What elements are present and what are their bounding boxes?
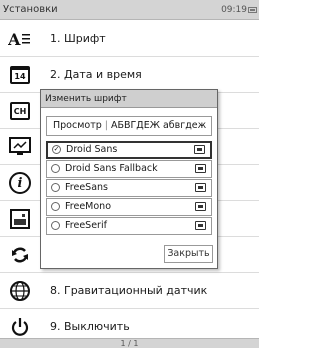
svg-text:A: A: [8, 30, 21, 48]
font-option-label: FreeSans: [65, 182, 108, 193]
close-button[interactable]: Закрыть: [164, 245, 213, 263]
font-preview: Просмотр | АБВГДЕЖ абвгдеж: [46, 116, 212, 136]
keyboard-icon: [195, 202, 206, 211]
menu-item-label: 8. Гравитационный датчик: [50, 284, 208, 297]
radio-icon: [51, 221, 60, 230]
display-icon: [8, 135, 32, 159]
language-icon-text: CH: [10, 102, 30, 120]
globe-icon: [8, 279, 32, 303]
preview-label: Просмотр: [53, 120, 102, 131]
image-icon: [8, 207, 32, 231]
menu-item-label: 2. Дата и время: [50, 68, 142, 81]
font-icon: A: [8, 27, 32, 51]
status-bar: Установки 09:19: [0, 0, 259, 20]
dialog-title: Изменить шрифт: [41, 90, 217, 108]
radio-icon: [51, 202, 60, 211]
radio-checked-icon: ✓: [52, 145, 61, 154]
clock: 09:19: [221, 5, 247, 15]
preview-separator: |: [104, 120, 108, 131]
menu-item-gravity-sensor[interactable]: 8. Гравитационный датчик: [0, 273, 259, 309]
menu-item-label: 9. Выключить: [50, 320, 130, 333]
font-option-label: FreeSerif: [65, 220, 107, 231]
preview-sample: АБВГДЕЖ абвгдеж: [110, 120, 207, 131]
font-option-label: Droid Sans Fallback: [65, 163, 158, 174]
font-option-freesans[interactable]: FreeSans: [46, 179, 212, 197]
font-option-droid-sans-fallback[interactable]: Droid Sans Fallback: [46, 160, 212, 178]
keyboard-icon: [195, 183, 206, 192]
font-option-label: Droid Sans: [66, 144, 118, 155]
calendar-icon: 14: [8, 63, 32, 87]
font-option-droid-sans[interactable]: ✓ Droid Sans: [46, 141, 212, 159]
menu-item-label: 1. Шрифт: [50, 32, 106, 45]
menu-item-font[interactable]: A 1. Шрифт: [0, 21, 259, 57]
refresh-icon: [8, 243, 32, 267]
menu-item-datetime[interactable]: 14 2. Дата и время: [0, 57, 259, 93]
keyboard-icon: [194, 145, 205, 154]
radio-icon: [51, 183, 60, 192]
keyboard-icon: [195, 164, 206, 173]
battery-icon: [248, 7, 257, 13]
screen-title: Установки: [3, 4, 58, 15]
keyboard-icon: [195, 221, 206, 230]
info-icon: i: [8, 171, 32, 195]
page-footer: 1 / 1: [0, 338, 259, 348]
font-list: ✓ Droid Sans Droid Sans Fallback FreeSan…: [46, 141, 212, 236]
font-option-freemono[interactable]: FreeMono: [46, 198, 212, 216]
font-option-freeserif[interactable]: FreeSerif: [46, 217, 212, 235]
page-indicator: 1 / 1: [120, 339, 139, 348]
font-option-label: FreeMono: [65, 201, 112, 212]
language-icon: CH: [8, 99, 32, 123]
power-icon: [8, 315, 32, 339]
radio-icon: [51, 164, 60, 173]
calendar-icon-text: 14: [10, 66, 30, 84]
change-font-dialog: Изменить шрифт Просмотр | АБВГДЕЖ абвгдеж …: [40, 89, 218, 269]
